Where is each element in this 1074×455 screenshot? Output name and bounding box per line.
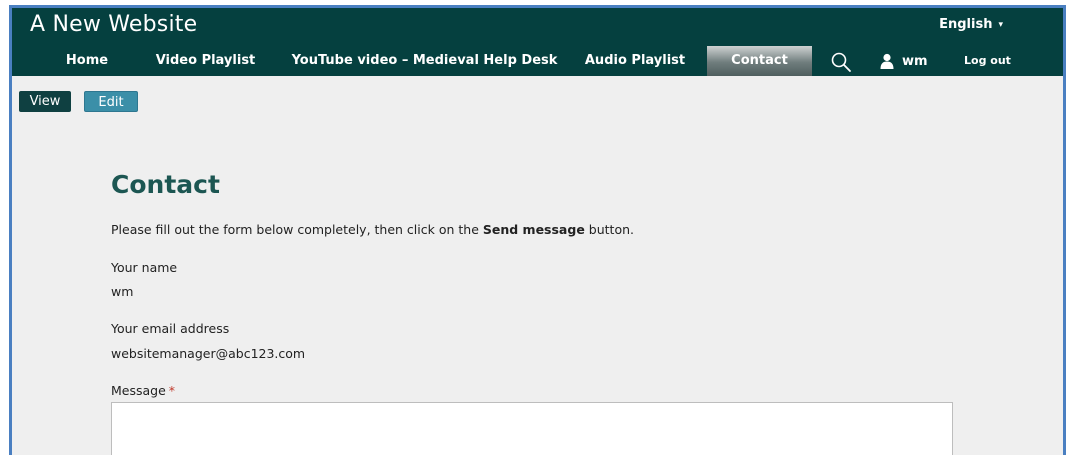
- intro-text-end: button.: [584, 222, 634, 237]
- search-icon[interactable]: [830, 51, 852, 73]
- language-switcher[interactable]: English ▾: [939, 17, 1003, 32]
- logout-link[interactable]: Log out: [964, 46, 1011, 76]
- message-textarea[interactable]: [111, 402, 953, 455]
- site-header: A New Website English ▾ Home Video Playl…: [12, 8, 1063, 76]
- name-value: wm: [111, 284, 134, 299]
- name-label: Your name: [111, 260, 178, 275]
- nav-item-audio-playlist[interactable]: Audio Playlist: [580, 46, 690, 76]
- nav-item-contact[interactable]: Contact: [707, 46, 812, 76]
- language-label: English: [939, 17, 993, 32]
- site-title[interactable]: A New Website: [30, 12, 197, 37]
- email-label: Your email address: [111, 321, 230, 336]
- user-menu[interactable]: wm: [880, 46, 928, 76]
- nav-item-video-playlist[interactable]: Video Playlist: [148, 46, 263, 76]
- chevron-down-icon: ▾: [998, 19, 1003, 30]
- message-label: Message *: [111, 383, 175, 398]
- main-nav: Home Video Playlist YouTube video – Medi…: [12, 46, 1063, 76]
- email-value: websitemanager@abc123.com: [111, 346, 306, 361]
- browser-frame: A New Website English ▾ Home Video Playl…: [9, 5, 1066, 455]
- intro-text-start: Please fill out the form below completel…: [111, 222, 483, 237]
- tab-edit[interactable]: Edit: [84, 91, 138, 112]
- nav-item-youtube-video[interactable]: YouTube video – Medieval Help Desk: [287, 46, 562, 76]
- page-title: Contact: [111, 170, 220, 199]
- nav-item-home[interactable]: Home: [52, 46, 122, 76]
- form-instructions: Please fill out the form below completel…: [111, 222, 634, 237]
- tab-view[interactable]: View: [19, 91, 71, 112]
- user-icon: [880, 53, 894, 69]
- message-label-text: Message: [111, 383, 166, 398]
- intro-send-message: Send message: [482, 222, 585, 237]
- required-marker: *: [168, 383, 176, 398]
- user-name: wm: [902, 53, 928, 69]
